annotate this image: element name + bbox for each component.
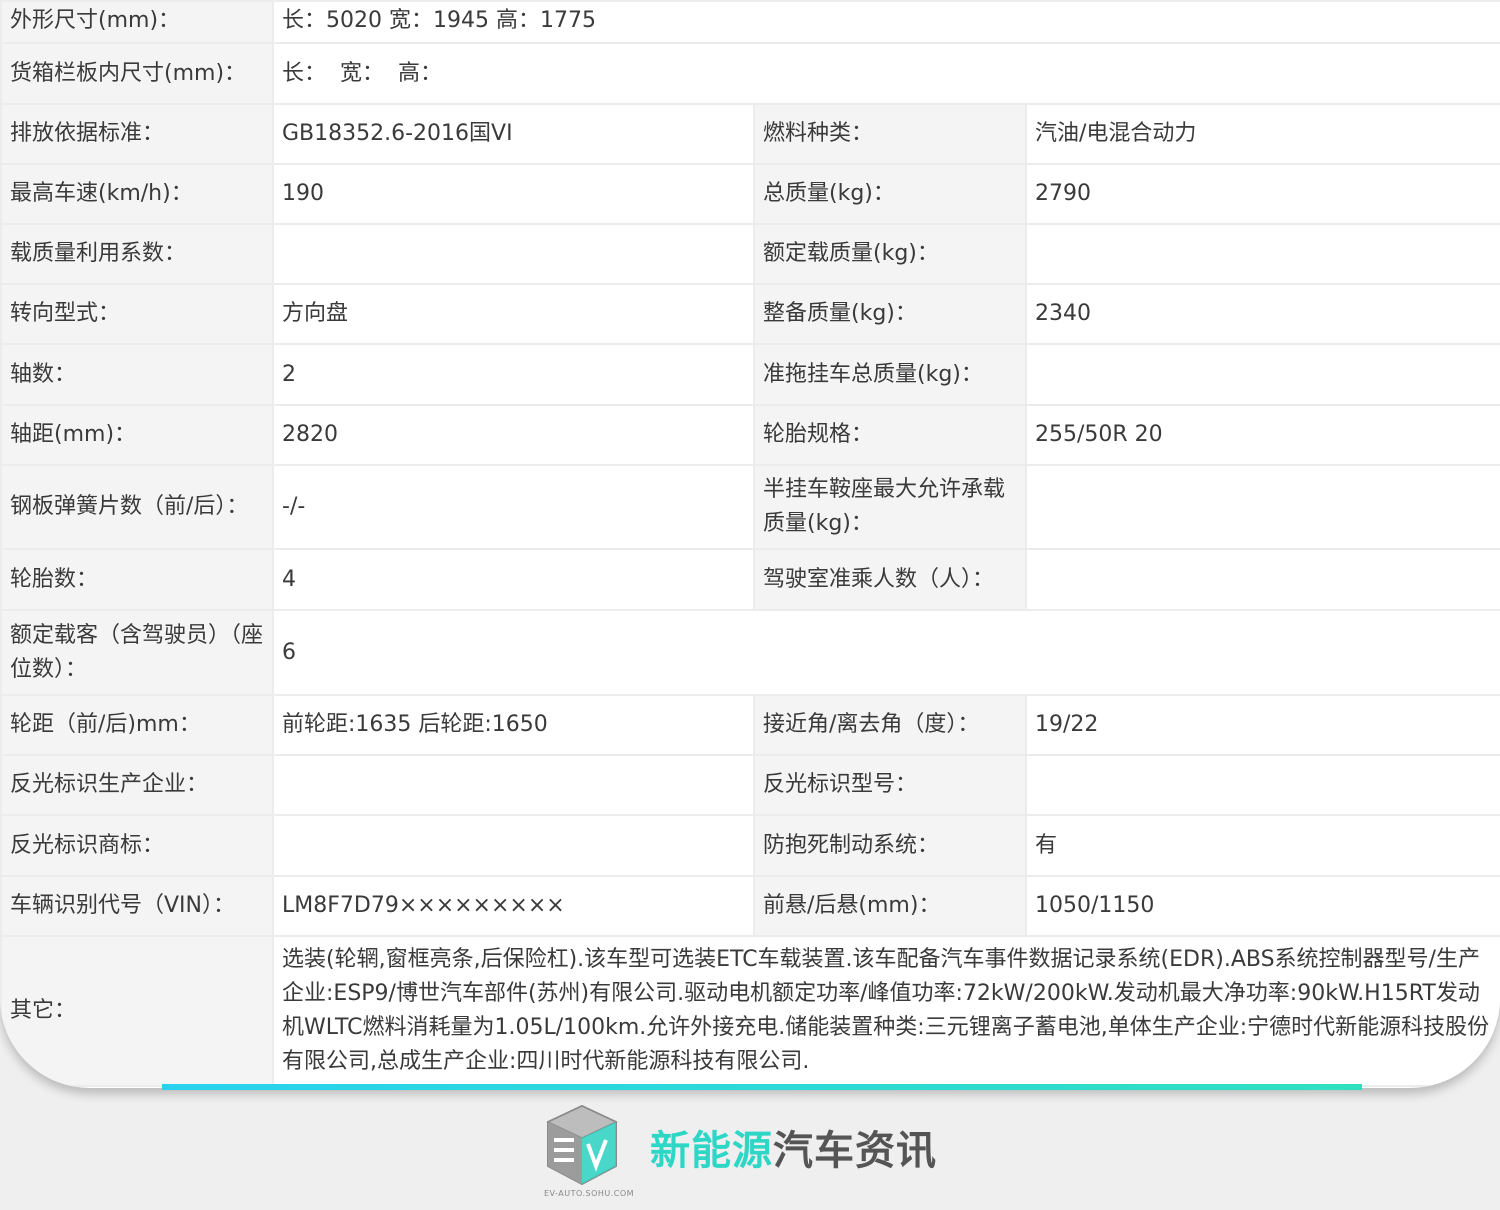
reflector-maker-label: 反光标识生产企业： bbox=[0, 754, 274, 816]
total-mass-label: 总质量(kg)： bbox=[753, 163, 1027, 225]
tire-spec-value: 255/50R 20 bbox=[1024, 404, 1500, 466]
curb-mass-label: 整备质量(kg)： bbox=[753, 283, 1027, 345]
steering-label: 转向型式： bbox=[0, 283, 274, 345]
trailer-mass-label: 准拖挂车总质量(kg)： bbox=[753, 343, 1027, 406]
dimensions-value: 长：5020 宽：1945 高：1775 bbox=[271, 0, 1500, 44]
steering-value: 方向盘 bbox=[272, 283, 755, 345]
overhang-value: 1050/1150 bbox=[1024, 875, 1500, 937]
tire-spec-label: 轮胎规格： bbox=[753, 404, 1027, 466]
track-value: 前轮距:1635 后轮距:1650 bbox=[272, 694, 755, 756]
trailer-mass-value bbox=[1024, 343, 1500, 406]
reflector-brand-value bbox=[272, 814, 755, 877]
cab-passengers-label: 驾驶室准乘人数（人）： bbox=[753, 548, 1027, 611]
table-row: 轮胎数： 4 驾驶室准乘人数（人）： bbox=[0, 548, 1500, 611]
reflector-model-label: 反光标识型号： bbox=[753, 754, 1027, 816]
tire-count-value: 4 bbox=[272, 548, 755, 611]
reflector-maker-value bbox=[272, 754, 755, 816]
rated-load-label: 额定载质量(kg)： bbox=[753, 223, 1027, 285]
table-row: 钢板弹簧片数（前/后）： -/- 半挂车鞍座最大允许承载质量(kg)： bbox=[0, 464, 1500, 550]
table-row: 排放依据标准： GB18352.6-2016国VI 燃料种类： 汽油/电混合动力 bbox=[0, 103, 1500, 165]
saddle-value bbox=[1024, 464, 1500, 550]
brand-name: 新能源汽车资讯 bbox=[650, 1126, 937, 1176]
table-row: 反光标识生产企业： 反光标识型号： bbox=[0, 754, 1500, 816]
spec-table: 外形尺寸(mm)： 长：5020 宽：1945 高：1775 货箱栏板内尺寸(m… bbox=[0, 0, 1500, 1087]
seats-value: 6 bbox=[271, 609, 1500, 696]
wheelbase-label: 轴距(mm)： bbox=[0, 404, 274, 466]
seats-label: 额定载客（含驾驶员）（座位数）： bbox=[0, 609, 274, 696]
cab-passengers-value bbox=[1024, 548, 1500, 611]
track-label: 轮距（前/后)mm： bbox=[0, 694, 274, 756]
cargo-box-label: 货箱栏板内尺寸(mm)： bbox=[0, 42, 274, 105]
load-coef-value bbox=[272, 223, 755, 285]
vin-label: 车辆识别代号（VIN）： bbox=[0, 875, 274, 937]
abs-value: 有 bbox=[1024, 814, 1500, 877]
max-speed-value: 190 bbox=[272, 163, 755, 225]
table-row: 额定载客（含驾驶员）（座位数）： 6 bbox=[0, 609, 1500, 696]
table-row: 轴距(mm)： 2820 轮胎规格： 255/50R 20 bbox=[0, 404, 1500, 466]
table-row: 转向型式： 方向盘 整备质量(kg)： 2340 bbox=[0, 283, 1500, 345]
fuel-label: 燃料种类： bbox=[753, 103, 1027, 165]
dimensions-label: 外形尺寸(mm)： bbox=[0, 0, 274, 44]
overhang-label: 前悬/后悬(mm)： bbox=[753, 875, 1027, 937]
table-row: 其它： 选装(轮辋,窗框亮条,后保险杠).该车型可选装ETC车载装置.该车配备汽… bbox=[0, 935, 1500, 1087]
rated-load-value bbox=[1024, 223, 1500, 285]
leaf-spring-label: 钢板弹簧片数（前/后）： bbox=[0, 464, 274, 550]
fuel-value: 汽油/电混合动力 bbox=[1024, 103, 1500, 165]
brand-name-main: 汽车资讯 bbox=[773, 1128, 937, 1174]
angles-label: 接近角/离去角（度）： bbox=[753, 694, 1027, 756]
saddle-label: 半挂车鞍座最大允许承载质量(kg)： bbox=[753, 464, 1027, 550]
table-row: 货箱栏板内尺寸(mm)： 长： 宽： 高： bbox=[0, 42, 1500, 105]
other-label: 其它： bbox=[0, 935, 274, 1087]
max-speed-label: 最高车速(km/h)： bbox=[0, 163, 274, 225]
table-row: 载质量利用系数： 额定载质量(kg)： bbox=[0, 223, 1500, 285]
brand-name-accent: 新能源 bbox=[650, 1128, 773, 1174]
table-row: 轴数： 2 准拖挂车总质量(kg)： bbox=[0, 343, 1500, 406]
axles-value: 2 bbox=[272, 343, 755, 406]
wheelbase-value: 2820 bbox=[272, 404, 755, 466]
table-row: 轮距（前/后)mm： 前轮距:1635 后轮距:1650 接近角/离去角（度）：… bbox=[0, 694, 1500, 756]
table-row: 外形尺寸(mm)： 长：5020 宽：1945 高：1775 bbox=[0, 0, 1500, 44]
load-coef-label: 载质量利用系数： bbox=[0, 223, 274, 285]
curb-mass-value: 2340 bbox=[1024, 283, 1500, 345]
cargo-box-value: 长： 宽： 高： bbox=[271, 42, 1500, 105]
total-mass-value: 2790 bbox=[1024, 163, 1500, 225]
table-row: 车辆识别代号（VIN）： LM8F7D79××××××××× 前悬/后悬(mm)… bbox=[0, 875, 1500, 937]
brand-url: EV-AUTO.SOHU.COM bbox=[544, 1189, 635, 1198]
table-row: 反光标识商标： 防抱死制动系统： 有 bbox=[0, 814, 1500, 877]
reflector-brand-label: 反光标识商标： bbox=[0, 814, 274, 877]
ev-cube-logo-icon bbox=[546, 1104, 618, 1186]
angles-value: 19/22 bbox=[1024, 694, 1500, 756]
tire-count-label: 轮胎数： bbox=[0, 548, 274, 611]
emission-value: GB18352.6-2016国VI bbox=[272, 103, 755, 165]
spec-card: 外形尺寸(mm)： 长：5020 宽：1945 高：1775 货箱栏板内尺寸(m… bbox=[0, 0, 1500, 1088]
accent-divider bbox=[162, 1084, 1362, 1090]
abs-label: 防抱死制动系统： bbox=[753, 814, 1027, 877]
table-row: 最高车速(km/h)： 190 总质量(kg)： 2790 bbox=[0, 163, 1500, 225]
emission-label: 排放依据标准： bbox=[0, 103, 274, 165]
leaf-spring-value: -/- bbox=[272, 464, 755, 550]
other-value: 选装(轮辋,窗框亮条,后保险杠).该车型可选装ETC车载装置.该车配备汽车事件数… bbox=[271, 935, 1500, 1087]
vin-value: LM8F7D79××××××××× bbox=[272, 875, 755, 937]
axles-label: 轴数： bbox=[0, 343, 274, 406]
reflector-model-value bbox=[1024, 754, 1500, 816]
